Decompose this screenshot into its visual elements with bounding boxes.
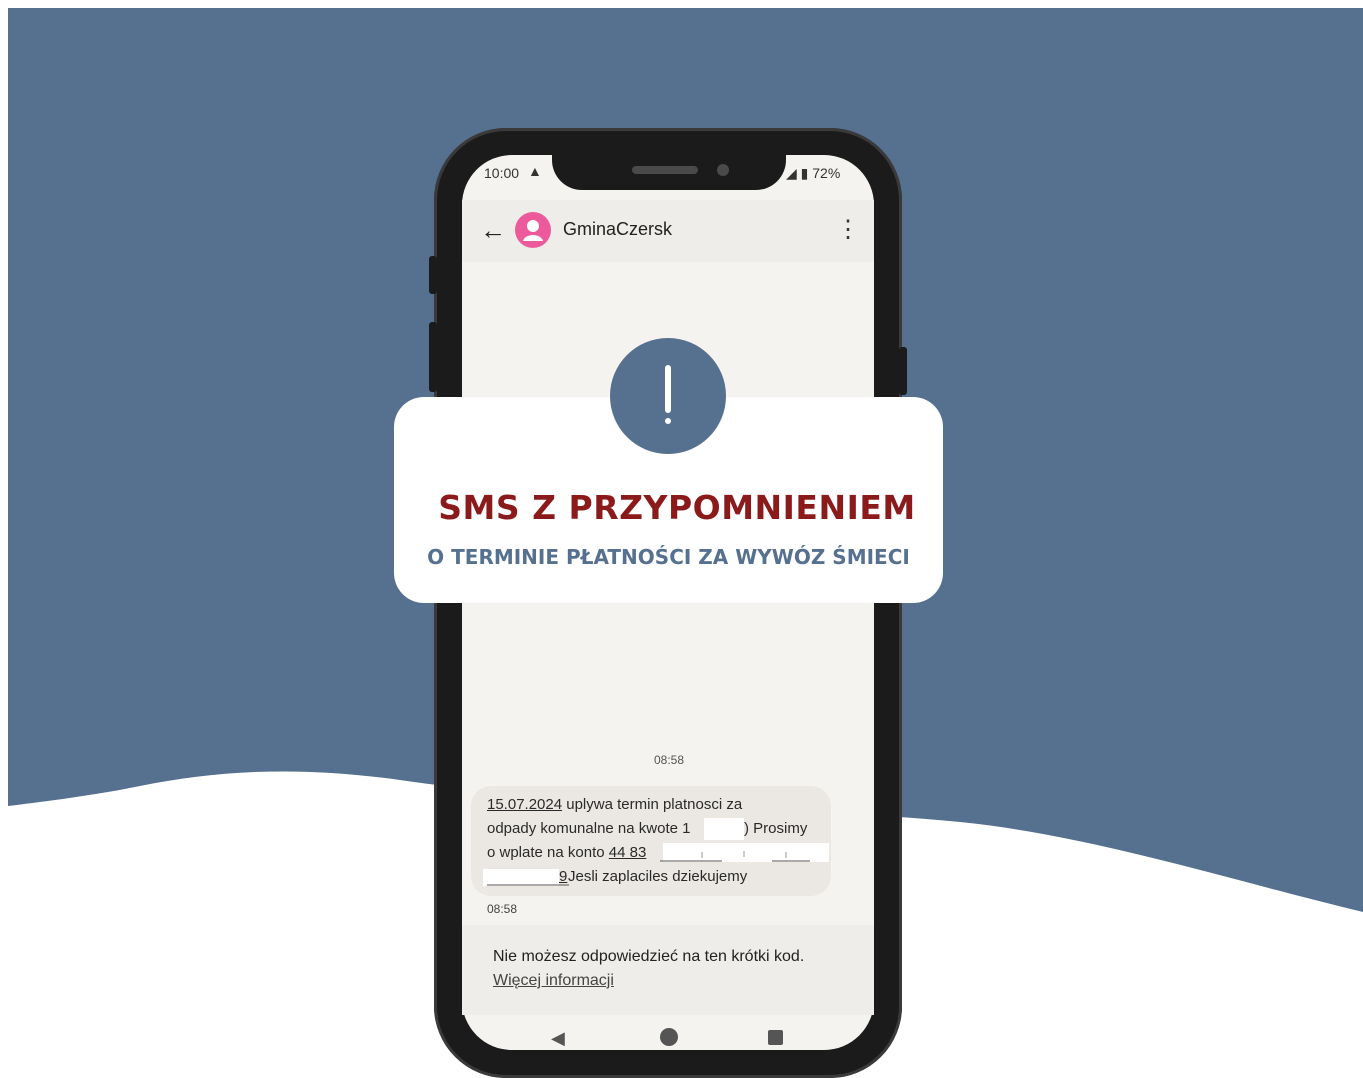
message-text: uplywa termin platnosci za: [562, 796, 743, 813]
more-info-link[interactable]: Więcej informacji: [493, 972, 614, 990]
redaction-underline: [487, 884, 569, 886]
no-reply-notice: Nie możesz odpowiedzieć na ten krótki ko…: [493, 948, 805, 965]
account-number-end[interactable]: 9: [559, 868, 567, 885]
exclamation-icon: [665, 365, 671, 413]
exclamation-dot: [665, 418, 671, 424]
person-icon: [523, 220, 543, 241]
message-time-header: 08:58: [653, 753, 685, 767]
back-arrow-icon[interactable]: ←: [480, 215, 506, 245]
phone-notch: [552, 140, 786, 190]
card-title: SMS Z PRZYPOMNIENIEM: [438, 488, 916, 527]
phone-side-button: [899, 347, 907, 395]
message-line-2a: odpady komunalne na kwote 1: [487, 820, 691, 837]
signal-battery-status: ◢ ▮ 72%: [786, 165, 841, 181]
phone-side-button: [429, 256, 437, 294]
front-camera: [717, 164, 729, 176]
message-line-1: 15.07.2024 uplywa termin platnosci za: [487, 796, 742, 813]
message-timestamp: 08:58: [487, 902, 518, 916]
phone-side-button: [429, 322, 437, 392]
more-options-icon[interactable]: ⋮: [836, 216, 860, 244]
speaker-grille: [632, 166, 698, 174]
card-subtitle: O TERMINIE PŁATNOŚCI ZA WYWÓZ ŚMIECI: [427, 545, 910, 569]
contact-name: GminaCzersk: [563, 219, 673, 239]
redaction-underlines: [660, 851, 810, 862]
redacted-amount: [704, 818, 744, 840]
warning-triangle-icon: ▲: [528, 163, 542, 179]
message-line-2b: ) Prosimy: [744, 820, 808, 837]
nav-recents-icon[interactable]: [768, 1030, 783, 1045]
account-number[interactable]: 44 83: [609, 844, 647, 861]
status-time: 10:00: [484, 165, 520, 181]
reply-disabled-panel: [462, 925, 874, 1015]
contact-avatar: [515, 212, 551, 248]
message-text: o wplate na konto: [487, 844, 609, 861]
message-line-3: o wplate na konto 44 83: [487, 844, 646, 861]
message-date[interactable]: 15.07.2024: [487, 796, 562, 813]
nav-home-icon[interactable]: [660, 1028, 678, 1046]
nav-back-icon[interactable]: ◀: [551, 1028, 565, 1049]
message-line-4: Jesli zaplaciles dziekujemy: [568, 868, 748, 885]
